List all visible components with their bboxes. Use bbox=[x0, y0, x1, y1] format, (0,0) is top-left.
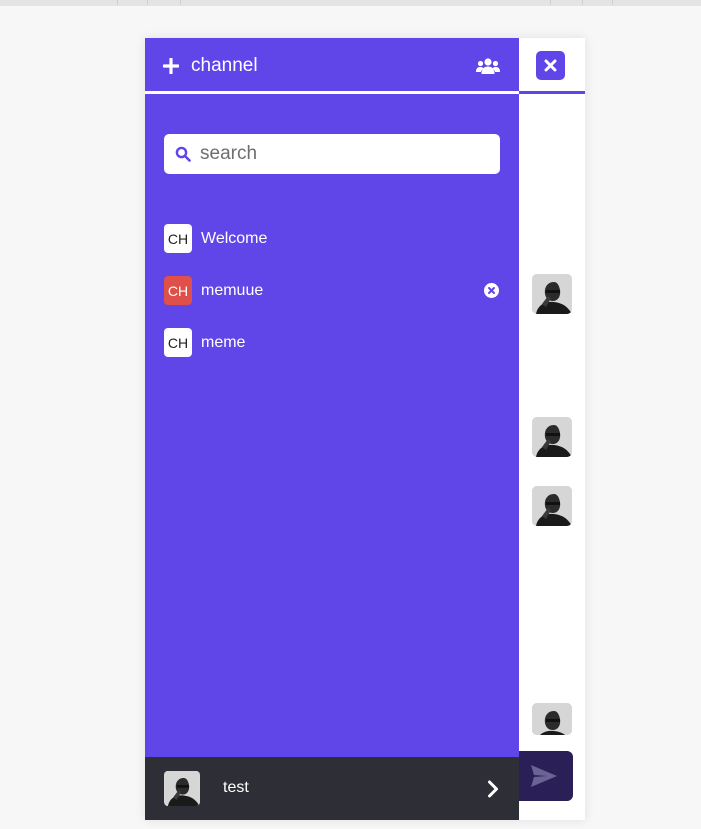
message-avatar bbox=[532, 703, 572, 735]
strip-divider bbox=[550, 0, 551, 5]
add-channel-button[interactable]: channel bbox=[163, 54, 258, 78]
channel-badge: CH bbox=[164, 224, 192, 253]
sidebar-header: channel bbox=[145, 38, 519, 94]
close-button[interactable] bbox=[536, 51, 565, 80]
channel-list: CH Welcome CH memuue CH meme bbox=[164, 224, 504, 380]
message-avatar bbox=[532, 417, 572, 457]
user-avatar bbox=[164, 771, 200, 806]
search-icon bbox=[175, 146, 191, 162]
close-icon bbox=[544, 59, 557, 72]
strip-divider bbox=[582, 0, 583, 5]
strip-divider bbox=[612, 0, 613, 5]
users-icon[interactable] bbox=[476, 57, 500, 75]
search-box[interactable] bbox=[164, 134, 500, 174]
add-channel-label: channel bbox=[191, 55, 258, 76]
chevron-right-icon[interactable] bbox=[487, 780, 499, 798]
chat-header bbox=[519, 38, 585, 94]
browser-top-strip bbox=[0, 0, 701, 6]
chat-widget: channel CH Welcome bbox=[145, 38, 585, 820]
channel-name: Welcome bbox=[201, 229, 268, 247]
search-input[interactable] bbox=[200, 143, 480, 165]
channel-item-meme[interactable]: CH meme bbox=[164, 328, 504, 357]
user-name: test bbox=[223, 779, 249, 796]
channel-badge: CH bbox=[164, 328, 192, 357]
strip-divider bbox=[180, 0, 181, 5]
strip-divider bbox=[117, 0, 118, 5]
message-avatar bbox=[532, 274, 572, 314]
channel-sidebar: channel CH Welcome bbox=[145, 38, 519, 820]
plus-icon bbox=[163, 58, 179, 74]
channel-name: meme bbox=[201, 333, 246, 351]
strip-divider bbox=[147, 0, 148, 5]
channel-item-welcome[interactable]: CH Welcome bbox=[164, 224, 504, 253]
channel-badge: CH bbox=[164, 276, 192, 305]
channel-item-memuue[interactable]: CH memuue bbox=[164, 276, 504, 305]
send-button[interactable] bbox=[515, 751, 573, 801]
channel-name: memuue bbox=[201, 281, 264, 299]
remove-channel-icon[interactable] bbox=[484, 283, 499, 298]
current-user-bar[interactable]: test bbox=[145, 757, 519, 820]
send-icon bbox=[531, 765, 557, 787]
message-avatar bbox=[532, 486, 572, 526]
